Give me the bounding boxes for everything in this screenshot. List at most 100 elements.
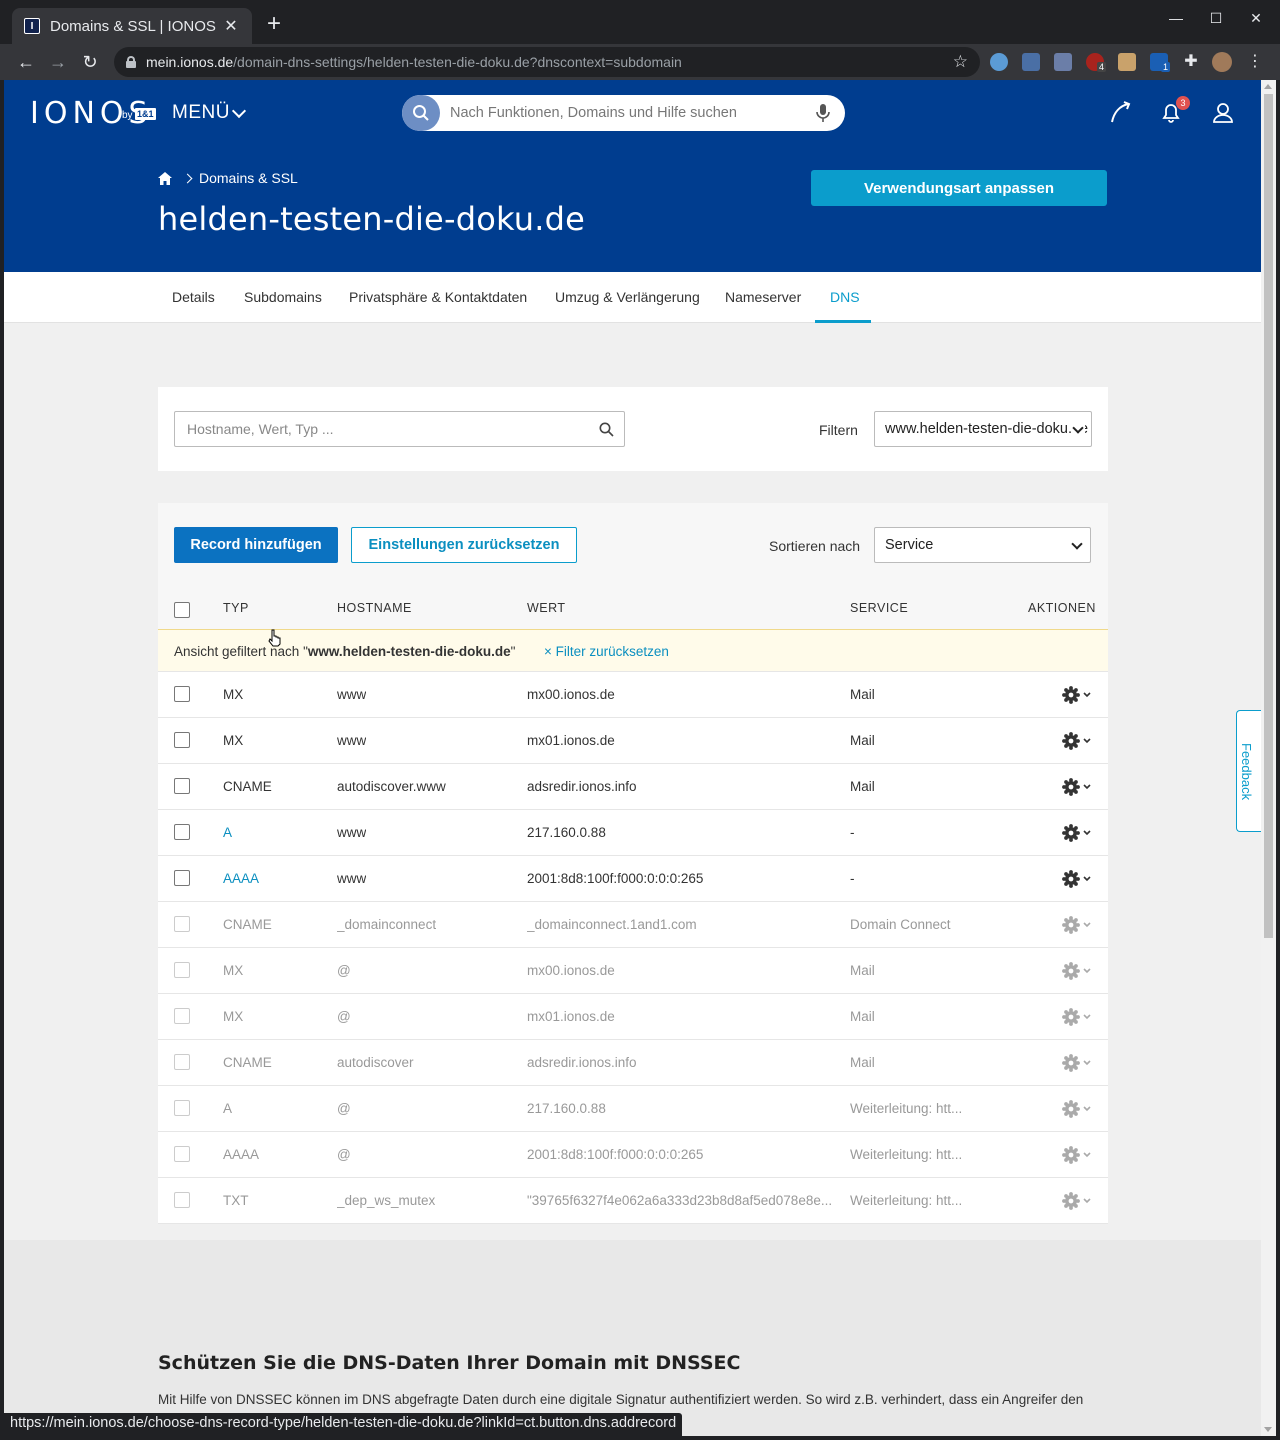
- main-menu-button[interactable]: MENÜ: [172, 102, 230, 124]
- gear-actions-icon[interactable]: [1062, 1008, 1096, 1026]
- breadcrumb-domains-link[interactable]: Domains & SSL: [199, 170, 298, 186]
- scroll-up-icon[interactable]: [1264, 84, 1272, 89]
- maximize-icon[interactable]: ☐: [1204, 10, 1228, 27]
- extension-image-icon[interactable]: [1054, 53, 1072, 71]
- row-checkbox[interactable]: [174, 962, 190, 978]
- close-tab-icon[interactable]: ✕: [222, 16, 240, 36]
- add-record-button[interactable]: Record hinzufügen: [174, 527, 338, 563]
- window-close-icon[interactable]: ✕: [1244, 10, 1268, 27]
- gear-actions-icon[interactable]: [1062, 870, 1096, 888]
- row-checkbox[interactable]: [174, 1054, 190, 1070]
- cell-type[interactable]: AAAA: [223, 871, 259, 886]
- tab-privacy-contacts[interactable]: Privatsphäre & Kontaktdaten: [349, 289, 527, 305]
- cell-type[interactable]: A: [223, 825, 232, 840]
- cell-service: Domain Connect: [850, 917, 951, 932]
- table-row: AAAA @2001:8d8:100f:f000:0:0:0:265 Weiterl…: [158, 1132, 1108, 1178]
- vertical-scrollbar[interactable]: [1261, 80, 1276, 1436]
- reset-filter-link[interactable]: × Filter zurücksetzen: [544, 644, 669, 659]
- row-checkbox[interactable]: [174, 1146, 190, 1162]
- tab-dns[interactable]: DNS: [830, 289, 860, 305]
- column-header-service[interactable]: SERVICE: [850, 601, 908, 615]
- scrollbar-thumb[interactable]: [1264, 94, 1273, 938]
- profile-avatar[interactable]: [1212, 52, 1232, 72]
- scroll-down-icon[interactable]: [1264, 1427, 1272, 1432]
- new-tab-icon[interactable]: +: [262, 12, 286, 36]
- row-checkbox[interactable]: [174, 732, 190, 748]
- sort-select[interactable]: Service: [874, 527, 1091, 563]
- reset-settings-button[interactable]: Einstellungen zurücksetzen: [351, 527, 577, 563]
- gear-actions-icon[interactable]: [1062, 686, 1096, 704]
- tab-details[interactable]: Details: [172, 289, 215, 305]
- select-all-checkbox[interactable]: [174, 602, 190, 618]
- table-row: CNAME autodiscover adsredir.ionos.info Mail: [158, 1040, 1108, 1086]
- row-checkbox[interactable]: [174, 1100, 190, 1116]
- gear-actions-icon[interactable]: [1062, 824, 1096, 842]
- record-search-input[interactable]: Hostname, Wert, Typ ...: [174, 411, 625, 447]
- table-row: AAAA www 2001:8d8:100f:f000:0:0:0:265 -: [158, 856, 1108, 902]
- tab-subdomains[interactable]: Subdomains: [244, 289, 322, 305]
- gear-actions-icon[interactable]: [1062, 1054, 1096, 1072]
- cell-type: MX: [223, 687, 244, 702]
- cell-type: MX: [223, 963, 244, 978]
- cell-service: Mail: [850, 779, 875, 794]
- extensions-puzzle-icon[interactable]: ✚: [1182, 53, 1200, 71]
- row-checkbox[interactable]: [174, 1008, 190, 1024]
- filter-notice: Ansicht gefiltert nach "www.helden-teste…: [158, 629, 1108, 672]
- row-checkbox[interactable]: [174, 916, 190, 932]
- chevron-down-icon[interactable]: [231, 103, 247, 119]
- row-checkbox[interactable]: [174, 686, 190, 702]
- microphone-icon[interactable]: [815, 103, 831, 123]
- back-icon[interactable]: ←: [14, 50, 38, 74]
- table-row: Awww 217.160.0.88 -: [158, 810, 1108, 856]
- tab-transfer-renewal[interactable]: Umzug & Verlängerung: [555, 289, 700, 305]
- column-header-type[interactable]: TYP: [223, 601, 249, 615]
- row-checkbox[interactable]: [174, 1192, 190, 1208]
- table-row: MX @ mx01.ionos.de Mail: [158, 994, 1108, 1040]
- cell-value: adsredir.ionos.info: [527, 1055, 637, 1070]
- cell-type: CNAME: [223, 1055, 272, 1070]
- cell-value: "39765f6327f4e062a6a333d23b8d8af5ed078e8…: [527, 1193, 833, 1208]
- minimize-icon[interactable]: —: [1164, 10, 1188, 26]
- domain-subnav: Details Subdomains Privatsphäre & Kontak…: [4, 272, 1261, 323]
- gear-actions-icon[interactable]: [1062, 1192, 1096, 1210]
- search-icon[interactable]: [599, 422, 614, 437]
- gear-actions-icon[interactable]: [1062, 962, 1096, 980]
- address-bar[interactable]: mein.ionos.de/domain-dns-settings/helden…: [114, 47, 980, 77]
- cell-type: CNAME: [223, 917, 272, 932]
- gear-actions-icon[interactable]: [1062, 732, 1096, 750]
- extension-shield-icon[interactable]: [990, 53, 1008, 71]
- gear-actions-icon[interactable]: [1062, 1100, 1096, 1118]
- cell-value: mx01.ionos.de: [527, 1009, 615, 1024]
- column-header-hostname[interactable]: HOSTNAME: [337, 601, 412, 615]
- global-search[interactable]: Nach Funktionen, Domains und Hilfe suche…: [402, 95, 845, 131]
- chevron-down-icon: [1071, 422, 1085, 438]
- user-icon[interactable]: [1208, 98, 1238, 128]
- row-checkbox[interactable]: [174, 824, 190, 840]
- extension-briefcase-icon[interactable]: [1118, 53, 1136, 71]
- phone-icon[interactable]: [1104, 98, 1134, 128]
- gear-actions-icon[interactable]: [1062, 1146, 1096, 1164]
- cell-value: adsredir.ionos.info: [527, 779, 637, 794]
- gear-actions-icon[interactable]: [1062, 778, 1096, 796]
- tab-title: Domains & SSL | IONOS: [50, 17, 216, 35]
- tab-nameserver[interactable]: Nameserver: [725, 289, 801, 305]
- filter-select-value: www.helden-testen-die-doku.de: [885, 421, 1089, 437]
- feedback-tab[interactable]: Feedback: [1236, 710, 1261, 832]
- browser-menu-icon[interactable]: ⋮: [1246, 53, 1264, 71]
- column-header-value[interactable]: WERT: [527, 601, 566, 615]
- reload-icon[interactable]: ↻: [78, 50, 102, 74]
- gear-actions-icon[interactable]: [1062, 916, 1096, 934]
- extension-note-icon[interactable]: [1022, 53, 1040, 71]
- filter-select[interactable]: www.helden-testen-die-doku.de: [874, 411, 1092, 447]
- change-usage-button[interactable]: Verwendungsart anpassen: [811, 170, 1107, 206]
- table-row: CNAME autodiscover.www adsredir.ionos.info…: [158, 764, 1108, 810]
- search-icon[interactable]: [402, 95, 440, 131]
- bookmark-star-icon[interactable]: ☆: [953, 52, 968, 72]
- breadcrumb: Domains & SSL: [158, 170, 298, 186]
- row-checkbox[interactable]: [174, 870, 190, 886]
- home-icon[interactable]: [158, 171, 172, 185]
- browser-tab[interactable]: I Domains & SSL | IONOS ✕: [12, 8, 252, 44]
- row-checkbox[interactable]: [174, 778, 190, 794]
- cell-type: A: [223, 1101, 233, 1116]
- forward-icon[interactable]: →: [46, 50, 70, 74]
